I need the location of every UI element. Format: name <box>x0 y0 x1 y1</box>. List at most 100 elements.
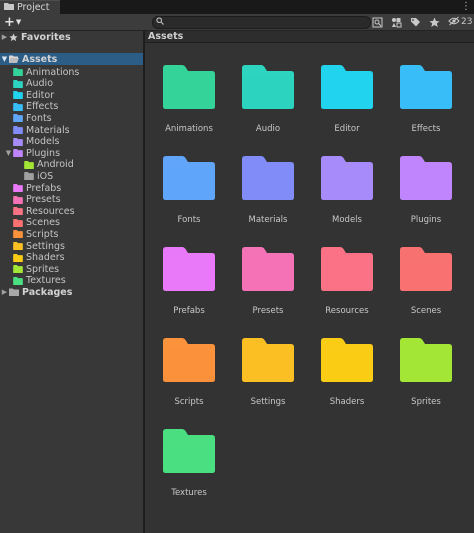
folder-icon <box>13 195 23 204</box>
asset-folder-plugins[interactable]: Plugins <box>391 156 461 236</box>
asset-folder-textures[interactable]: Textures <box>154 429 224 509</box>
asset-name: Editor <box>334 124 360 134</box>
tree-label: Sprites <box>26 263 60 275</box>
folder-icon <box>4 2 14 13</box>
asset-name: Animations <box>165 124 213 134</box>
tree-label: Textures <box>26 275 66 287</box>
tree-item-prefabs[interactable]: Prefabs <box>0 182 143 194</box>
asset-name: Scenes <box>410 306 442 316</box>
tree-item-fonts[interactable]: Fonts <box>0 112 143 124</box>
asset-name: Prefabs <box>173 306 205 316</box>
asset-folder-sprites[interactable]: Sprites <box>391 338 461 418</box>
asset-name: Resources <box>325 306 369 316</box>
asset-folder-models[interactable]: Models <box>312 156 382 236</box>
folder-icon <box>13 102 23 111</box>
folder-icon <box>13 79 23 88</box>
tree-label: Audio <box>26 78 54 90</box>
asset-folder-scenes[interactable]: Scenes <box>391 247 461 327</box>
folder-icon <box>13 137 23 146</box>
tree-item-scenes[interactable]: Scenes <box>0 217 143 229</box>
chevron-down-icon: ▼ <box>15 18 22 26</box>
asset-folder-animations[interactable]: Animations <box>154 65 224 145</box>
asset-folder-materials[interactable]: Materials <box>233 156 303 236</box>
favorite-star-icon[interactable] <box>427 15 441 29</box>
folder-icon <box>400 65 452 109</box>
breadcrumb-assets[interactable]: Assets <box>148 31 183 42</box>
asset-name: Sprites <box>411 397 441 407</box>
asset-folder-resources[interactable]: Resources <box>312 247 382 327</box>
window-tab-bar: Project ⋮ <box>0 0 474 14</box>
tree-item-resources[interactable]: Resources <box>0 205 143 217</box>
folder-icon <box>13 207 23 216</box>
tab-menu-icon[interactable]: ⋮ <box>461 1 471 12</box>
tree-item-models[interactable]: Models <box>0 136 143 148</box>
folder-icon <box>163 65 215 109</box>
tree-item-presets[interactable]: Presets <box>0 194 143 206</box>
add-button[interactable]: + ▼ <box>4 14 21 30</box>
folder-icon <box>13 149 23 158</box>
chevron-right-icon[interactable]: ▶ <box>0 288 9 296</box>
label-filter-icon[interactable] <box>408 15 422 29</box>
scene-filter-icon[interactable] <box>370 15 384 29</box>
folder-icon <box>13 114 23 123</box>
asset-folder-editor[interactable]: Editor <box>312 65 382 145</box>
tree-item-android[interactable]: Android <box>0 159 143 171</box>
tree-item-textures[interactable]: Textures <box>0 275 143 287</box>
tree-item-settings[interactable]: Settings <box>0 240 143 252</box>
tree-item-plugins[interactable]: ▼ Plugins <box>0 147 143 159</box>
tree-item-materials[interactable]: Materials <box>0 124 143 136</box>
folder-icon <box>13 253 23 262</box>
tree-label: Editor <box>26 89 55 101</box>
asset-folder-scripts[interactable]: Scripts <box>154 338 224 418</box>
tree-item-effects[interactable]: Effects <box>0 101 143 113</box>
toolbar-filters: 23 <box>370 14 472 30</box>
folder-icon <box>321 156 373 200</box>
tree-item-animations[interactable]: Animations <box>0 66 143 78</box>
project-toolbar: + ▼ 23 <box>0 14 474 31</box>
tab-project[interactable]: Project <box>0 0 60 14</box>
folder-icon <box>163 429 215 473</box>
chevron-right-icon[interactable]: ▶ <box>0 33 9 41</box>
asset-folder-effects[interactable]: Effects <box>391 65 461 145</box>
type-filter-icon[interactable] <box>389 15 403 29</box>
asset-folder-audio[interactable]: Audio <box>233 65 303 145</box>
tree-item-editor[interactable]: Editor <box>0 89 143 101</box>
asset-folder-shaders[interactable]: Shaders <box>312 338 382 418</box>
tree-favorites[interactable]: ▶ Favorites <box>0 31 143 43</box>
tree-item-scripts[interactable]: Scripts <box>0 228 143 240</box>
folder-icon <box>163 156 215 200</box>
asset-name: Textures <box>171 488 207 498</box>
search-field[interactable] <box>152 16 371 29</box>
tree-label: Animations <box>26 66 80 78</box>
search-input[interactable] <box>164 18 357 27</box>
folder-icon <box>321 65 373 109</box>
asset-folder-fonts[interactable]: Fonts <box>154 156 224 236</box>
tree-packages[interactable]: ▶ Packages <box>0 286 143 298</box>
asset-folder-presets[interactable]: Presets <box>233 247 303 327</box>
chevron-down-icon[interactable]: ▼ <box>4 149 13 157</box>
folder-icon <box>321 247 373 291</box>
folder-icon <box>9 288 19 296</box>
tree-label: Fonts <box>26 112 52 124</box>
folder-icon <box>242 65 294 109</box>
tree-item-ios[interactable]: iOS <box>0 170 143 182</box>
tree-label: Assets <box>22 53 58 65</box>
asset-folder-settings[interactable]: Settings <box>233 338 303 418</box>
star-icon <box>9 32 18 42</box>
add-label: + <box>4 14 15 30</box>
hidden-packages-toggle[interactable]: 23 <box>448 16 472 29</box>
tree-assets[interactable]: ▼ Assets <box>0 53 143 65</box>
folder-icon <box>13 276 23 285</box>
breadcrumb: Assets <box>145 31 474 43</box>
folder-icon <box>13 242 23 250</box>
folder-icon <box>163 247 215 291</box>
asset-folder-prefabs[interactable]: Prefabs <box>154 247 224 327</box>
chevron-down-icon[interactable]: ▼ <box>0 55 9 63</box>
folder-icon <box>242 338 294 382</box>
tree-item-audio[interactable]: Audio <box>0 78 143 90</box>
tree-item-sprites[interactable]: Sprites <box>0 263 143 275</box>
folder-icon <box>13 68 23 76</box>
tree-label: Models <box>26 136 60 148</box>
asset-name: Shaders <box>329 397 365 407</box>
tree-item-shaders[interactable]: Shaders <box>0 252 143 264</box>
